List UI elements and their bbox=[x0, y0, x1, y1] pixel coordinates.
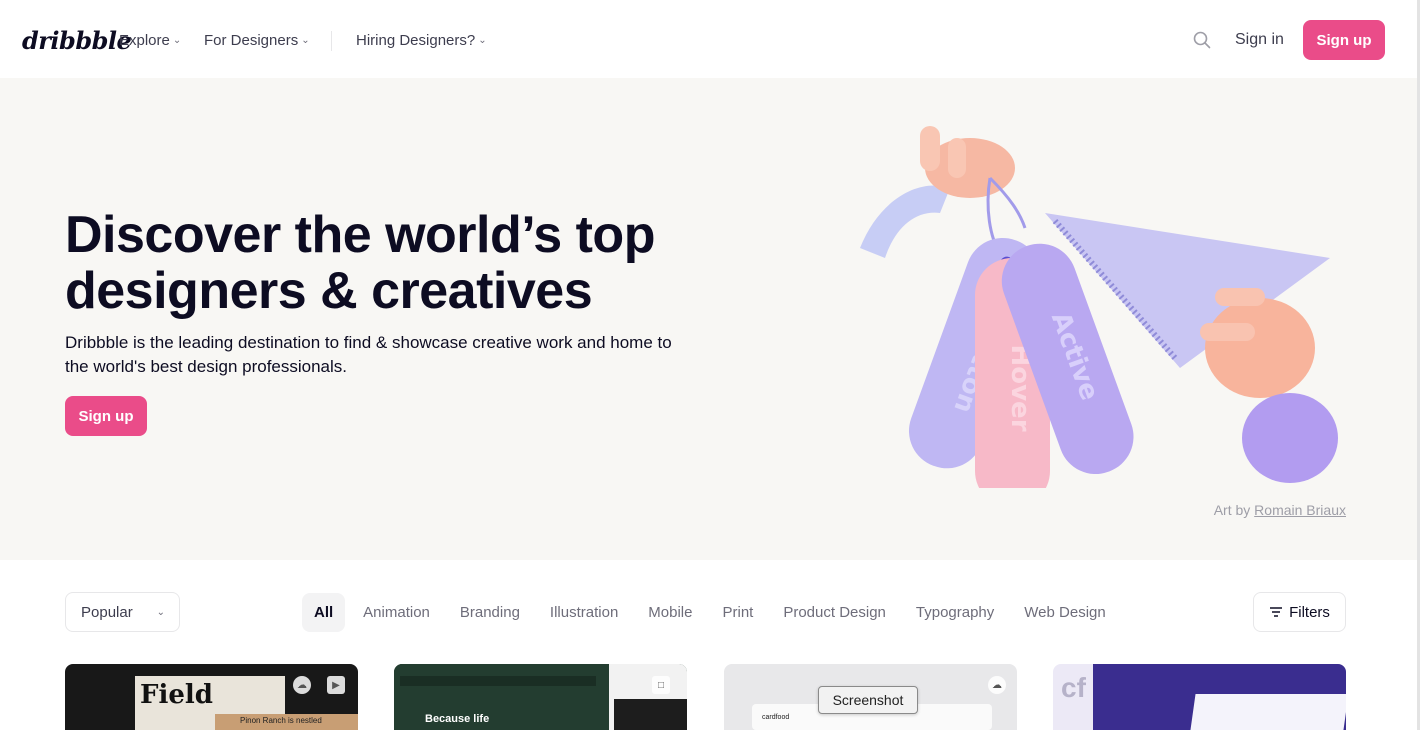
category-tab-typography[interactable]: Typography bbox=[904, 593, 1006, 632]
category-tab-all[interactable]: All bbox=[302, 593, 346, 632]
chevron-down-icon: ⌄ bbox=[156, 606, 165, 618]
cloud-icon: ☁ bbox=[988, 676, 1006, 694]
category-tab-branding[interactable]: Branding bbox=[448, 593, 532, 632]
shot-thumbnail-bar bbox=[400, 676, 596, 686]
gallery-icon: □ bbox=[652, 676, 670, 694]
shot-title-text: cardfood bbox=[762, 714, 790, 721]
chevron-down-icon: ⌄ bbox=[478, 35, 487, 46]
nav-for-designers-label: For Designers bbox=[204, 32, 299, 49]
category-tab-animation[interactable]: Animation bbox=[351, 593, 442, 632]
video-icon: ▶ bbox=[327, 676, 345, 694]
art-credit: Art by Romain Briaux bbox=[1214, 502, 1346, 518]
category-tab-illustration[interactable]: Illustration bbox=[538, 593, 630, 632]
nav-explore-label: Explore bbox=[119, 32, 170, 49]
shot-title-text: Field bbox=[140, 680, 213, 710]
top-navigation: dribbble Explore ⌄ For Designers ⌄ Hirin… bbox=[0, 0, 1420, 78]
category-tab-product-design[interactable]: Product Design bbox=[771, 593, 898, 632]
shot-card[interactable]: Field Pinon Ranch is nestled ☁ ▶ bbox=[65, 664, 358, 730]
category-tab-mobile[interactable]: Mobile bbox=[636, 593, 704, 632]
screenshot-tooltip: Screenshot bbox=[818, 686, 918, 714]
category-tabs: All Animation Branding Illustration Mobi… bbox=[302, 593, 1124, 632]
hero-title: Discover the world’s top designers & cre… bbox=[65, 206, 655, 320]
chevron-down-icon: ⌄ bbox=[172, 35, 182, 46]
sort-dropdown[interactable]: Popular ⌄ bbox=[65, 592, 180, 632]
nav-hiring-designers[interactable]: Hiring Designers? ⌄ bbox=[356, 32, 487, 49]
filters-button[interactable]: Filters bbox=[1253, 592, 1346, 632]
illustration-hand-right bbox=[1205, 298, 1315, 398]
shot-subtext: Pinon Ranch is nestled bbox=[240, 716, 322, 725]
shot-title-text: Because life bbox=[425, 713, 490, 725]
dribbble-logo[interactable]: dribbble bbox=[22, 26, 132, 55]
art-credit-prefix: Art by bbox=[1213, 502, 1251, 518]
hero-illustration: Button Hover Active bbox=[860, 126, 1338, 488]
chevron-down-icon: ⌄ bbox=[301, 35, 310, 46]
category-tab-print[interactable]: Print bbox=[710, 593, 765, 632]
filters-label: Filters bbox=[1289, 603, 1330, 621]
category-tab-web-design[interactable]: Web Design bbox=[1012, 593, 1117, 632]
cloud-icon: ☁ bbox=[293, 676, 311, 694]
shot-thumbnail-block bbox=[614, 699, 687, 730]
sign-in-link[interactable]: Sign in bbox=[1235, 31, 1284, 49]
shot-card[interactable]: Because life □ bbox=[394, 664, 687, 730]
nav-explore[interactable]: Explore ⌄ bbox=[119, 32, 181, 49]
hero-sign-up-button[interactable]: Sign up bbox=[65, 396, 147, 436]
shot-card[interactable]: cf bbox=[1053, 664, 1346, 730]
illustration-sleeve-right bbox=[1242, 393, 1338, 483]
shot-thumbnail-card bbox=[1190, 694, 1346, 730]
nav-hiring-label: Hiring Designers? bbox=[356, 32, 476, 49]
hero-description: Dribbble is the leading destination to f… bbox=[65, 333, 672, 376]
artist-link[interactable]: Romain Briaux bbox=[1254, 502, 1346, 518]
shot-logo-mark: cf bbox=[1061, 672, 1086, 703]
sort-dropdown-value: Popular bbox=[81, 603, 133, 621]
illustration-sleeve-left bbox=[860, 185, 950, 258]
sign-up-button[interactable]: Sign up bbox=[1303, 20, 1385, 60]
search-icon[interactable] bbox=[1193, 31, 1211, 49]
filter-icon bbox=[1270, 607, 1283, 617]
nav-for-designers[interactable]: For Designers ⌄ bbox=[204, 32, 310, 49]
hero-section: Discover the world’s top designers & cre… bbox=[0, 78, 1420, 560]
nav-divider bbox=[331, 31, 332, 51]
